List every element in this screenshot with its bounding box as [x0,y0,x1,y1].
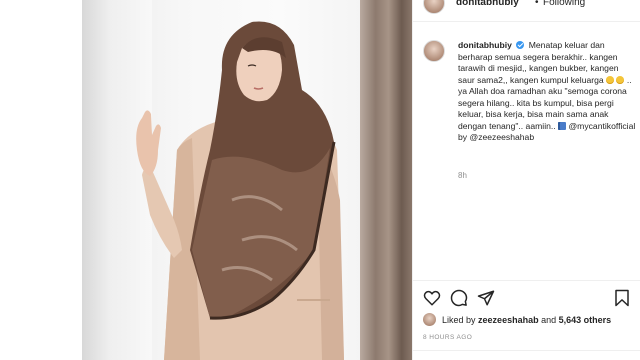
post-header: donitabhubiy • Following [413,0,640,22]
likes-text: Liked by zeezeeshahab and 5,643 others [442,315,611,325]
caption-relative-time[interactable]: 8h [458,171,467,180]
post-photo[interactable] [82,0,412,360]
likes-and: and [541,315,557,325]
post-caption: donitabhubiy Menatap keluar dan berharap… [458,40,636,144]
following-status[interactable]: Following [543,0,585,8]
comment-icon[interactable] [450,289,468,307]
caption-credit[interactable]: @zeezeeshahab [469,132,534,142]
sad-face-emoji-icon [616,75,625,84]
author-username[interactable]: donitabhubiy [456,0,519,8]
instagram-post-modal: donitabhubiy • Following donitabhubiy Me… [0,0,640,360]
caption-by: by [458,132,468,142]
post-side-panel: donitabhubiy • Following donitabhubiy Me… [412,0,640,360]
share-icon[interactable] [477,289,495,307]
caption-author-avatar[interactable] [423,40,445,62]
likes-prefix: Liked by [442,315,476,325]
likes-count[interactable]: 5,643 others [559,315,612,325]
header-separator: • [535,0,539,8]
author-avatar[interactable] [423,0,445,14]
caption-mention[interactable]: @mycantikofficial [568,121,635,131]
liker-username[interactable]: zeezeeshahab [478,315,539,325]
verified-badge-icon [516,41,525,49]
post-timestamp[interactable]: 8 HOURS AGO [423,334,472,341]
likes-summary: Liked by zeezeeshahab and 5,643 others [423,313,638,327]
liker-avatar[interactable] [423,313,436,326]
heart-icon[interactable] [423,289,441,307]
action-bar [413,280,640,310]
book-emoji-icon [558,121,567,130]
caption-username[interactable]: donitabhubiy [458,40,512,50]
sad-face-emoji-icon [606,75,615,84]
add-comment-area[interactable] [413,350,640,360]
woman-in-hijab-figure [136,21,344,360]
bookmark-icon[interactable] [613,289,631,307]
